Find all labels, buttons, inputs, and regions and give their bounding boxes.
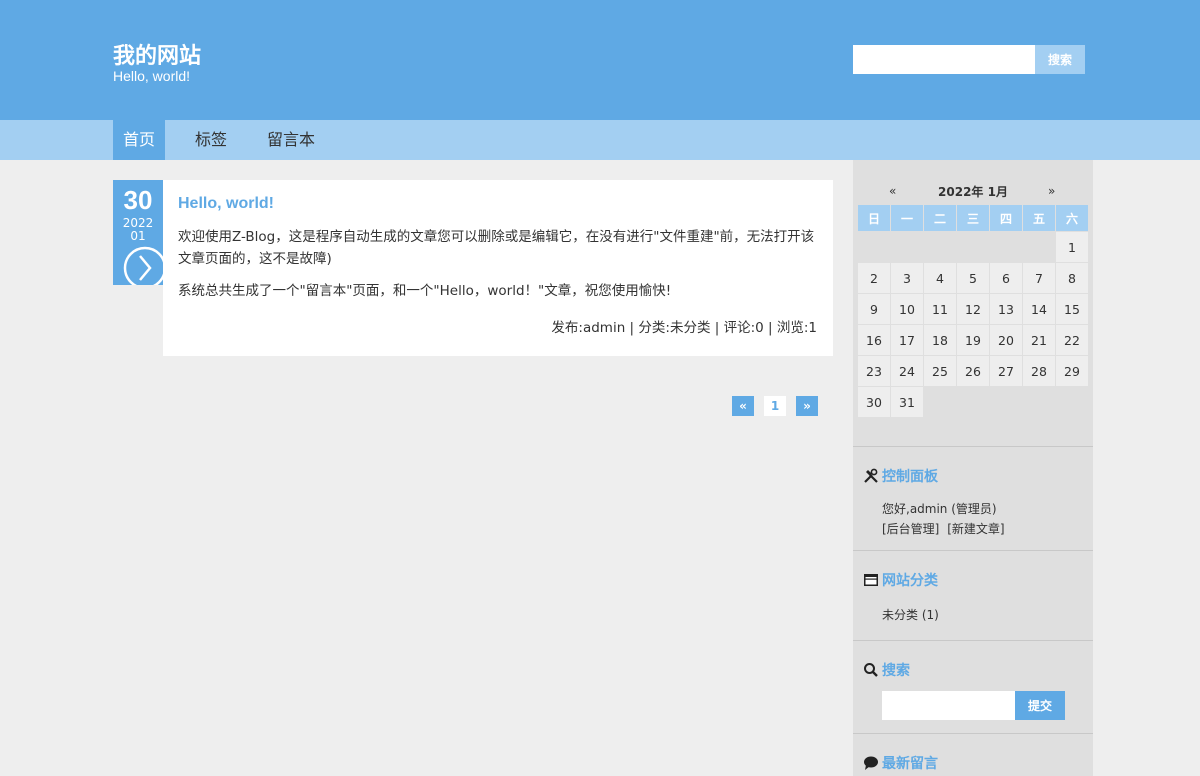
- divider: [853, 640, 1093, 641]
- calendar-day[interactable]: 3: [891, 263, 923, 293]
- calendar-weekday: 六: [1056, 205, 1088, 231]
- calendar-header: « 2022年 1月 »: [853, 180, 1093, 200]
- sidebar-search-title: 搜索: [882, 663, 910, 679]
- calendar-day[interactable]: 16: [858, 325, 890, 355]
- calendar-next-month[interactable]: »: [1048, 184, 1055, 198]
- control-panel-links: [后台管理] [新建文章]: [882, 520, 1005, 537]
- calendar-day[interactable]: 30: [858, 387, 890, 417]
- sidebar-search-input[interactable]: [882, 691, 1015, 720]
- calendar-weekday: 四: [990, 205, 1022, 231]
- calendar-day[interactable]: 12: [957, 294, 989, 324]
- calendar-day[interactable]: 5: [957, 263, 989, 293]
- calendar-day[interactable]: 6: [990, 263, 1022, 293]
- calendar-day[interactable]: 21: [1023, 325, 1055, 355]
- calendar-weekday: 日: [858, 205, 890, 231]
- post-date-day: 30: [123, 185, 153, 215]
- tools-icon: [864, 468, 878, 483]
- calendar-day[interactable]: 22: [1056, 325, 1088, 355]
- pagination-prev-button[interactable]: «: [732, 396, 754, 416]
- calendar-day[interactable]: 31: [891, 387, 923, 417]
- calendar-day[interactable]: 8: [1056, 263, 1088, 293]
- nav-item-tags[interactable]: 标签: [185, 120, 237, 160]
- calendar-day[interactable]: 11: [924, 294, 956, 324]
- category-item[interactable]: 未分类 (1): [882, 606, 939, 623]
- sidebar-search-submit-button[interactable]: 提交: [1015, 691, 1065, 720]
- calendar-day[interactable]: 1: [1056, 232, 1088, 262]
- calendar-day[interactable]: 24: [891, 356, 923, 386]
- search-icon: [864, 663, 878, 677]
- main-nav: 首页 标签 留言本: [0, 120, 1200, 160]
- post-card: Hello, world! 欢迎使用Z-Blog，这是程序自动生成的文章您可以删…: [163, 180, 833, 356]
- calendar-day[interactable]: 9: [858, 294, 890, 324]
- calendar-day[interactable]: 10: [891, 294, 923, 324]
- calendar-title: 2022年 1月: [938, 185, 1008, 199]
- calendar-day[interactable]: 13: [990, 294, 1022, 324]
- calendar-day[interactable]: 4: [924, 263, 956, 293]
- calendar-day[interactable]: 15: [1056, 294, 1088, 324]
- pagination-current-page[interactable]: 1: [764, 396, 786, 416]
- post-paragraph: 欢迎使用Z-Blog，这是程序自动生成的文章您可以删除或是编辑它，在没有进行"文…: [178, 229, 815, 267]
- calendar-day[interactable]: 20: [990, 325, 1022, 355]
- calendar-day[interactable]: 26: [957, 356, 989, 386]
- calendar-weekday: 一: [891, 205, 923, 231]
- divider: [853, 550, 1093, 551]
- site-subtitle: Hello, world!: [113, 68, 191, 84]
- chevron-right-circle-icon[interactable]: [123, 246, 163, 285]
- calendar-day[interactable]: 2: [858, 263, 890, 293]
- site-header: 我的网站 Hello, world! 搜索: [0, 0, 1200, 120]
- pagination-next-button[interactable]: »: [796, 396, 818, 416]
- calendar-day[interactable]: 17: [891, 325, 923, 355]
- header-search-button[interactable]: 搜索: [1035, 45, 1085, 74]
- calendar-day[interactable]: 25: [924, 356, 956, 386]
- post-date-box: 30 2022 01: [113, 180, 163, 285]
- control-panel-title: 控制面板: [882, 469, 938, 485]
- new-article-link[interactable]: [新建文章]: [947, 522, 1004, 536]
- calendar-day[interactable]: 19: [957, 325, 989, 355]
- calendar-weekday: 三: [957, 205, 989, 231]
- calendar-day[interactable]: 7: [1023, 263, 1055, 293]
- calendar-day[interactable]: 27: [990, 356, 1022, 386]
- recent-comments-title: 最新留言: [882, 756, 938, 772]
- nav-item-home[interactable]: 首页: [113, 120, 165, 160]
- folder-list-icon: [864, 574, 878, 586]
- divider: [853, 733, 1093, 734]
- calendar-day[interactable]: 23: [858, 356, 890, 386]
- divider: [853, 446, 1093, 447]
- categories-title: 网站分类: [882, 573, 938, 589]
- nav-item-guestbook[interactable]: 留言本: [258, 120, 324, 160]
- calendar-day[interactable]: 18: [924, 325, 956, 355]
- calendar-weekday: 五: [1023, 205, 1055, 231]
- calendar-weekday: 二: [924, 205, 956, 231]
- post-paragraph: 系统总共生成了一个"留言本"页面，和一个"Hello，world！"文章，祝您使…: [178, 283, 672, 299]
- calendar-day[interactable]: 28: [1023, 356, 1055, 386]
- control-panel-greeting: 您好,admin (管理员): [882, 502, 997, 516]
- post-date-month: 01: [130, 229, 146, 243]
- header-search-input[interactable]: [853, 45, 1035, 74]
- calendar-day[interactable]: 14: [1023, 294, 1055, 324]
- post-meta: 发布:admin | 分类:未分类 | 评论:0 | 浏览:1: [551, 320, 817, 336]
- comment-bubble-icon: [864, 756, 878, 770]
- calendar-day[interactable]: 29: [1056, 356, 1088, 386]
- post-title[interactable]: Hello, world!: [178, 195, 274, 213]
- admin-link[interactable]: [后台管理]: [882, 522, 939, 536]
- site-title[interactable]: 我的网站: [113, 38, 201, 70]
- sidebar: « 2022年 1月 » 日一二三四五六 1 2 3 4 5 6 7 8 9 10 11 12 13 14 1…: [853, 160, 1093, 776]
